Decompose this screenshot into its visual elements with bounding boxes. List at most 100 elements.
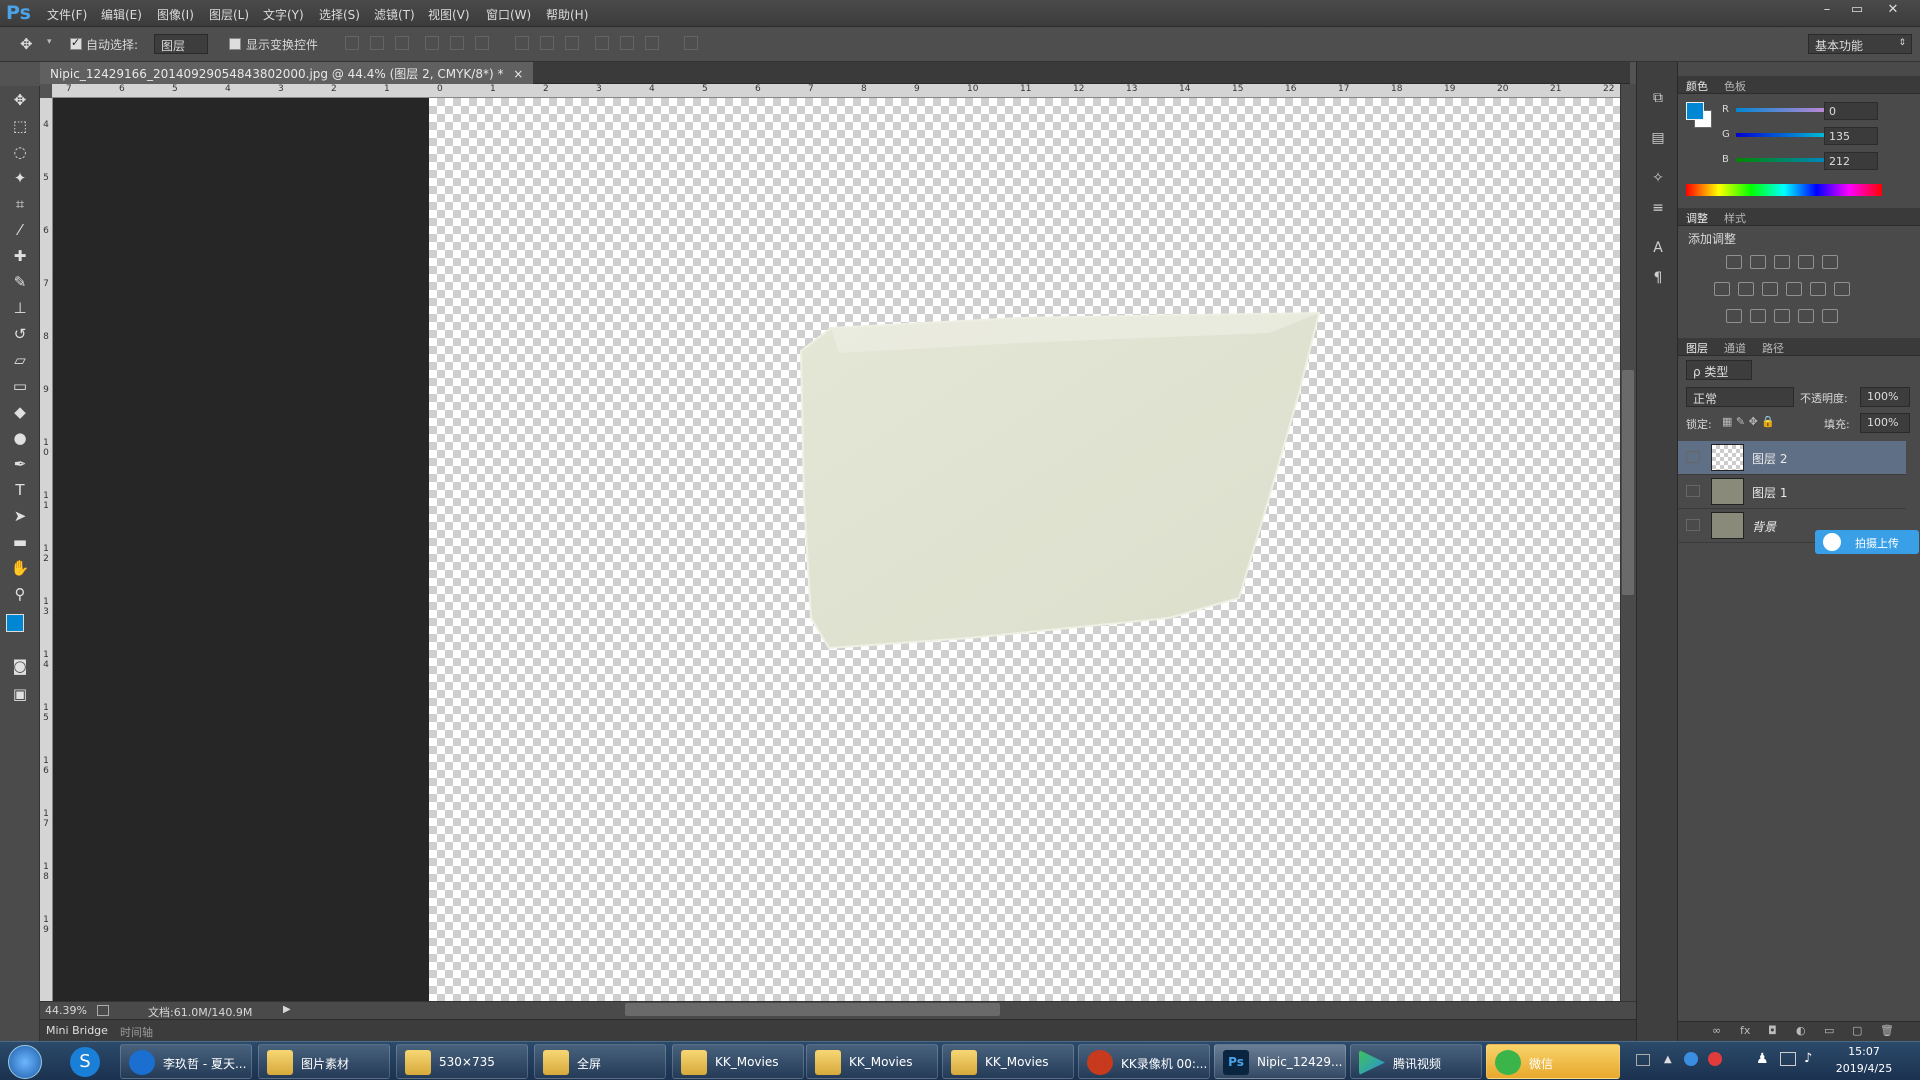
gradient-tool-icon[interactable]: ▭ xyxy=(6,374,34,398)
restore-button[interactable]: ▭ xyxy=(1846,2,1868,20)
levels-icon[interactable] xyxy=(1750,255,1766,269)
visibility-eye-icon[interactable] xyxy=(1686,519,1700,531)
b-value[interactable]: 212 xyxy=(1824,152,1878,170)
color-balance-icon[interactable] xyxy=(1738,282,1754,296)
fg-color-chip[interactable] xyxy=(1686,102,1704,120)
path-selection-tool-icon[interactable]: ➤ xyxy=(6,504,34,528)
eraser-tool-icon[interactable]: ▱ xyxy=(6,348,34,372)
lasso-tool-icon[interactable]: ◌ xyxy=(6,140,34,164)
layer-row[interactable]: 图层 2 xyxy=(1678,441,1906,475)
exposure-icon[interactable] xyxy=(1798,255,1814,269)
add-mask-icon[interactable]: ◘ xyxy=(1768,1024,1777,1037)
align-bottom-icon[interactable] xyxy=(395,36,409,50)
fill-field[interactable]: 100% xyxy=(1860,413,1910,433)
tab-color[interactable]: 颜色 xyxy=(1686,78,1708,94)
taskbar-item[interactable]: 530×735 xyxy=(396,1044,528,1079)
taskbar-item[interactable]: KK录像机 00:... xyxy=(1078,1044,1210,1079)
qq-icon[interactable]: ♟ xyxy=(1756,1051,1769,1067)
auto-select-dropdown[interactable]: 图层 xyxy=(154,34,208,54)
document-tab[interactable]: Nipic_12429166_20140929054843802000.jpg … xyxy=(40,62,534,84)
hue-saturation-icon[interactable] xyxy=(1714,282,1730,296)
link-layers-icon[interactable]: ∞ xyxy=(1712,1024,1721,1037)
align-left-icon[interactable] xyxy=(425,36,439,50)
marquee-tool-icon[interactable]: ⬚ xyxy=(6,114,34,138)
horizontal-scroll-thumb[interactable] xyxy=(625,1003,1000,1016)
crop-tool-icon[interactable]: ⌗ xyxy=(6,192,34,216)
menu-select[interactable]: 选择(S) xyxy=(319,6,360,23)
menu-type[interactable]: 文字(Y) xyxy=(263,6,304,23)
screen-mode-icon[interactable]: ▣ xyxy=(6,682,34,706)
brush-tool-icon[interactable]: ✎ xyxy=(6,270,34,294)
taskbar-item[interactable]: 李玖哲 - 夏天... xyxy=(120,1044,252,1079)
zoom-tool-icon[interactable]: ⚲ xyxy=(6,582,34,606)
g-value[interactable]: 135 xyxy=(1824,127,1878,145)
posterize-icon[interactable] xyxy=(1750,309,1766,323)
show-transform-checkbox[interactable] xyxy=(229,38,241,50)
vibrance-icon[interactable] xyxy=(1822,255,1838,269)
distribute-top-icon[interactable] xyxy=(515,36,529,50)
network-icon[interactable] xyxy=(1780,1052,1796,1066)
threshold-icon[interactable] xyxy=(1774,309,1790,323)
properties-panel-icon[interactable]: ▤ xyxy=(1648,128,1668,148)
tab-adjustments[interactable]: 调整 xyxy=(1686,210,1708,226)
distribute-left-icon[interactable] xyxy=(595,36,609,50)
layer-name[interactable]: 图层 1 xyxy=(1752,484,1787,501)
brightness-icon[interactable] xyxy=(1726,255,1742,269)
clock-time[interactable]: 15:07 xyxy=(1834,1045,1894,1058)
hand-tool-icon[interactable]: ✋ xyxy=(6,556,34,580)
tab-styles[interactable]: 样式 xyxy=(1724,210,1746,226)
close-tab-icon[interactable]: × xyxy=(513,67,523,81)
character-panel-icon[interactable]: A xyxy=(1648,238,1668,258)
auto-align-icon[interactable] xyxy=(684,36,698,50)
volume-icon[interactable]: ♪ xyxy=(1804,1051,1812,1066)
tab-paths[interactable]: 路径 xyxy=(1762,340,1784,356)
status-menu-arrow-icon[interactable]: ▶ xyxy=(283,1004,291,1015)
magic-wand-tool-icon[interactable]: ✦ xyxy=(6,166,34,190)
align-vcenter-icon[interactable] xyxy=(370,36,384,50)
lock-icons[interactable]: ▦ ✎ ✥ 🔒 xyxy=(1722,415,1775,428)
paragraph-panel-icon[interactable]: ¶ xyxy=(1648,268,1668,288)
minimize-button[interactable]: – xyxy=(1816,2,1838,20)
tab-channels[interactable]: 通道 xyxy=(1724,340,1746,356)
taskbar-item[interactable]: KK_Movies xyxy=(672,1044,804,1079)
visibility-eye-icon[interactable] xyxy=(1686,485,1700,497)
tab-mini-bridge[interactable]: Mini Bridge xyxy=(46,1024,108,1037)
menu-edit[interactable]: 编辑(E) xyxy=(101,6,142,23)
photo-filter-icon[interactable] xyxy=(1786,282,1802,296)
invert-icon[interactable] xyxy=(1726,309,1742,323)
history-panel-icon[interactable]: ⧉ xyxy=(1648,88,1668,108)
tray-expand-icon[interactable]: ▲ xyxy=(1664,1054,1672,1065)
dodge-tool-icon[interactable]: ● xyxy=(6,426,34,450)
taskbar-item[interactable]: Ps Nipic_12429... xyxy=(1214,1044,1346,1079)
menu-layer[interactable]: 图层(L) xyxy=(209,6,249,23)
fx-icon[interactable]: fx xyxy=(1740,1024,1750,1037)
tab-layers[interactable]: 图层 xyxy=(1686,340,1708,356)
menu-view[interactable]: 视图(V) xyxy=(428,6,470,23)
new-group-icon[interactable]: ▭ xyxy=(1824,1024,1834,1037)
distribute-right-icon[interactable] xyxy=(645,36,659,50)
tab-timeline[interactable]: 时间轴 xyxy=(120,1024,153,1040)
rectangle-tool-icon[interactable]: ▬ xyxy=(6,530,34,554)
gradient-map-icon[interactable] xyxy=(1822,309,1838,323)
opacity-field[interactable]: 100% xyxy=(1860,387,1910,407)
taskbar-item[interactable]: 图片素材 xyxy=(258,1044,390,1079)
export-icon[interactable] xyxy=(97,1005,109,1016)
taskbar-item[interactable]: 全屏 xyxy=(534,1044,666,1079)
pen-tool-icon[interactable]: ✒ xyxy=(6,452,34,476)
close-window-button[interactable]: ✕ xyxy=(1882,2,1904,20)
distribute-bottom-icon[interactable] xyxy=(565,36,579,50)
taskbar-item[interactable]: KK_Movies xyxy=(942,1044,1074,1079)
blend-mode-dropdown[interactable]: 正常 xyxy=(1686,387,1794,407)
clock-date[interactable]: 2019/4/25 xyxy=(1834,1062,1894,1075)
layer-filter-dropdown[interactable]: ρ 类型 xyxy=(1686,360,1752,380)
r-value[interactable]: 0 xyxy=(1824,102,1878,120)
tab-swatches[interactable]: 色板 xyxy=(1724,78,1746,94)
keyboard-icon[interactable] xyxy=(1636,1054,1650,1066)
zoom-level[interactable]: 44.39% xyxy=(45,1004,87,1017)
menu-file[interactable]: 文件(F) xyxy=(47,6,87,23)
align-right-icon[interactable] xyxy=(475,36,489,50)
healing-brush-tool-icon[interactable]: ✚ xyxy=(6,244,34,268)
clone-stamp-tool-icon[interactable]: ⊥ xyxy=(6,296,34,320)
new-adjustment-icon[interactable]: ◐ xyxy=(1796,1024,1806,1037)
vertical-scroll-thumb[interactable] xyxy=(1622,370,1634,595)
